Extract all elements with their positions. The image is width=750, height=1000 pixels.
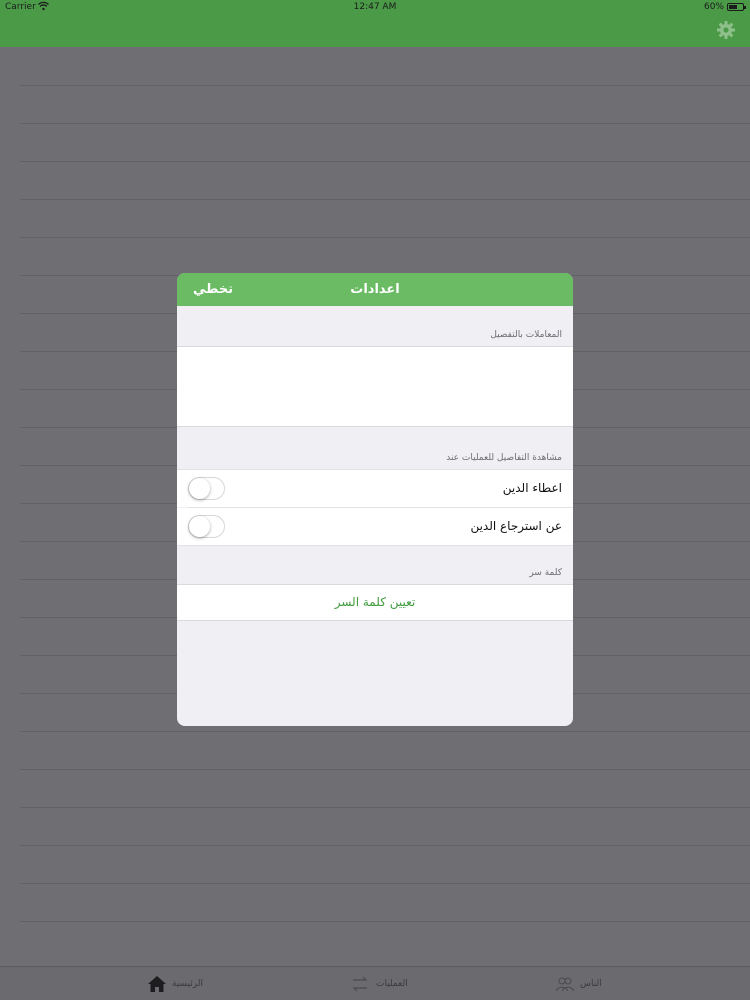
tab-people-label: الناس [580, 979, 602, 989]
settings-modal: اعدادات تخطي المعاملات بالتفصيل مشاهدة ا… [177, 273, 573, 726]
list-separator [20, 237, 750, 238]
battery-icon [727, 3, 746, 11]
list-separator [20, 807, 750, 808]
give-debt-toggle[interactable] [188, 477, 225, 500]
gear-icon[interactable] [716, 20, 736, 40]
list-separator [20, 883, 750, 884]
set-password-button[interactable]: تعيين كلمة السر [177, 585, 573, 620]
modal-header: اعدادات تخطي [177, 273, 573, 306]
tab-transactions-label: العمليات [376, 979, 408, 989]
skip-button[interactable]: تخطي [193, 273, 233, 306]
tab-home-label: الرئيسية [172, 979, 203, 989]
status-time: 12:47 AM [353, 2, 397, 12]
list-separator [20, 161, 750, 162]
tab-transactions[interactable]: العمليات [350, 967, 408, 1000]
set-password-row: تعيين كلمة السر [177, 584, 573, 621]
transactions-icon [352, 976, 368, 992]
list-separator [20, 731, 750, 732]
tab-bar: الرئيسية العمليات الناس [0, 966, 750, 1000]
battery-percent: 60% [703, 2, 724, 12]
tab-people[interactable]: الناس [556, 967, 602, 1000]
home-icon [148, 976, 166, 992]
row-divider [177, 545, 573, 546]
toggle-knob [189, 478, 210, 499]
list-separator [20, 123, 750, 124]
section-header-detailed-transactions: المعاملات بالتفصيل [490, 330, 562, 340]
list-separator [20, 199, 750, 200]
people-icon [556, 977, 574, 992]
debt-return-toggle[interactable] [188, 515, 225, 538]
section-header-view-details: مشاهدة التفاصيل للعمليات عند [446, 453, 562, 463]
list-separator [20, 85, 750, 86]
detailed-transactions-block [177, 346, 573, 427]
status-bar: Carrier 12:47 AM 60% [0, 0, 750, 14]
row-give-debt-label: اعطاء الدين [502, 481, 562, 495]
section-header-password: كلمة سر [529, 568, 562, 578]
tab-home[interactable]: الرئيسية [148, 967, 203, 1000]
toggle-knob [189, 516, 210, 537]
navigation-bar [0, 14, 750, 47]
list-separator [20, 769, 750, 770]
modal-title: اعدادات [350, 282, 400, 297]
row-debt-return: عن استرجاع الدين [177, 508, 573, 545]
list-separator [20, 845, 750, 846]
list-separator [20, 921, 750, 922]
row-debt-return-label: عن استرجاع الدين [470, 519, 562, 533]
row-give-debt: اعطاء الدين [177, 470, 573, 507]
